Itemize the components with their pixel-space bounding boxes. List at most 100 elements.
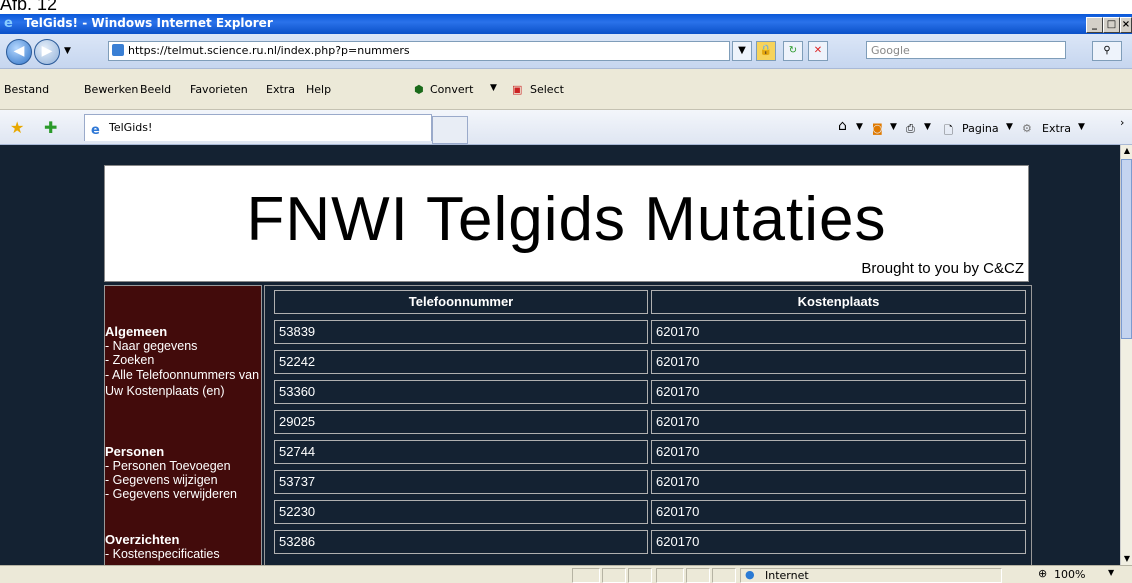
window-title: TelGids! - Windows Internet Explorer [24,16,273,30]
convert-dropdown-icon[interactable]: ▼ [490,83,497,93]
table-cell-telefoonnummer: 52230 [274,500,648,524]
sidebar-link-naar-gegevens[interactable]: - Naar gegevens [105,339,261,353]
table-cell-telefoonnummer: 53737 [274,470,648,494]
menu-bewerken[interactable]: Bewerken [84,83,138,96]
menu-beeld[interactable]: Beeld [140,83,171,96]
sidebar-link-kostenspecificaties[interactable]: - Kostenspecificaties [105,547,261,561]
table-cell-telefoonnummer: 52242 [274,350,648,374]
menu-bestand[interactable]: Bestand [4,83,49,96]
home-dropdown-icon[interactable]: ▼ [856,122,863,132]
favorites-star-icon[interactable]: ★ [10,118,24,137]
page-dropdown-icon[interactable]: ▼ [1006,122,1013,132]
table-cell-telefoonnummer: 53360 [274,380,648,404]
zoom-control[interactable]: ⊕ 100% ▼ [1038,567,1124,581]
tab-title: TelGids! [109,121,153,134]
back-button[interactable]: ◀ [6,39,32,65]
scroll-down-icon[interactable]: ▼ [1121,553,1132,565]
zoom-dropdown-icon[interactable]: ▼ [1108,568,1114,577]
sidebar-link-gegevens-verwijderen[interactable]: - Gegevens verwijderen [105,487,261,501]
sidebar-link-gegevens-wijzigen[interactable]: - Gegevens wijzigen [105,473,261,487]
banner-subtitle: Brought to you by C&CZ [861,260,1024,277]
add-favorite-icon[interactable]: ✚ [44,118,57,137]
feeds-icon[interactable]: ◙ [872,122,883,135]
history-dropdown-icon[interactable]: ▼ [64,46,71,56]
gear-icon: ⚙ [1022,122,1032,135]
phone-numbers-table: Telefoonnummer Kostenplaats 53839 620170… [264,285,1032,565]
menu-extra[interactable]: Extra [266,83,295,96]
status-segment [686,568,710,583]
refresh-button[interactable]: ↻ [783,41,803,61]
sidebar-heading-algemeen: Algemeen [105,324,168,339]
ie-logo-icon: e [4,16,13,31]
page-icon [112,44,124,56]
home-icon[interactable]: ⌂ [838,118,847,134]
column-header-telefoonnummer: Telefoonnummer [274,290,648,314]
select-button[interactable]: Select [530,83,564,96]
extra-dropdown-icon[interactable]: ▼ [1078,122,1085,132]
banner-title: FNWI Telgids Mutaties [246,185,887,254]
select-icon: ▣ [512,83,523,96]
table-cell-kostenplaats: 620170 [651,320,1026,344]
url-text: https://telmut.science.ru.nl/index.php?p… [128,44,410,57]
zone-label: Internet [765,569,809,582]
address-toolbar: ◀ ▶ ▼ https://telmut.science.ru.nl/index… [0,34,1132,69]
close-button[interactable]: × [1120,17,1132,33]
table-cell-kostenplaats: 620170 [651,380,1026,404]
table-cell-telefoonnummer: 53286 [274,530,648,554]
tab-telgids[interactable]: e TelGids! [84,114,432,141]
table-cell-telefoonnummer: 52744 [274,440,648,464]
status-segment [572,568,600,583]
url-field[interactable]: https://telmut.science.ru.nl/index.php?p… [108,41,730,61]
status-segment [628,568,652,583]
new-tab-button[interactable] [432,116,468,144]
status-segment [602,568,626,583]
zoom-level: 100% [1054,568,1086,581]
minimize-button[interactable]: _ [1086,17,1103,33]
vertical-scrollbar[interactable]: ▲ ▼ [1120,145,1132,565]
table-cell-kostenplaats: 620170 [651,530,1026,554]
status-bar: ● Internet ⊕ 100% ▼ [0,565,1132,583]
table-cell-kostenplaats: 620170 [651,440,1026,464]
page-menu-icon: 🗋 [944,124,953,137]
print-icon[interactable]: ⎙ [906,122,915,136]
menu-favorieten[interactable]: Favorieten [190,83,248,96]
table-cell-kostenplaats: 620170 [651,470,1026,494]
search-icon[interactable]: ⚲ [1092,41,1122,61]
lock-icon[interactable]: 🔒 [756,41,776,61]
feeds-dropdown-icon[interactable]: ▼ [890,122,897,132]
table-cell-telefoonnummer: 53839 [274,320,648,344]
table-cell-kostenplaats: 620170 [651,500,1026,524]
page-banner: FNWI Telgids Mutaties Brought to you by … [104,165,1029,282]
sidebar-link-zoeken[interactable]: - Zoeken [105,353,261,367]
convert-button[interactable]: Convert [430,83,474,96]
status-zone: ● Internet [740,568,1002,583]
forward-button[interactable]: ▶ [34,39,60,65]
status-segment [656,568,684,583]
chevron-right-icon[interactable]: › [1120,116,1124,129]
favorites-bar: ★ ✚ e TelGids! ⌂ ▼ ◙ ▼ ⎙ ▼ 🗋 Pagina ▼ ⚙ E… [0,110,1132,145]
menu-help[interactable]: Help [306,83,331,96]
sidebar: Algemeen - Naar gegevens - Zoeken - Alle… [104,285,262,565]
globe-icon: ● [745,568,755,581]
column-header-kostenplaats: Kostenplaats [651,290,1026,314]
maximize-button[interactable]: □ [1103,17,1120,33]
sidebar-link-alle-telefoonnummers[interactable]: - Alle Telefoonnummers van Uw Kostenplaa… [105,367,261,399]
table-cell-telefoonnummer: 29025 [274,410,648,434]
page-menu-button[interactable]: Pagina [962,122,999,135]
status-segment [712,568,736,583]
convert-icon: ⬢ [414,83,424,96]
menu-bar: Bestand Bewerken Beeld Favorieten Extra … [0,69,1132,110]
sidebar-link-personen-toevoegen[interactable]: - Personen Toevoegen [105,459,261,473]
scroll-up-icon[interactable]: ▲ [1121,145,1132,157]
scrollbar-thumb[interactable] [1121,159,1132,339]
url-dropdown-button[interactable]: ▼ [732,41,752,61]
window-titlebar: e TelGids! - Windows Internet Explorer _… [0,14,1132,34]
zoom-icon: ⊕ [1038,567,1048,580]
table-cell-kostenplaats: 620170 [651,410,1026,434]
figure-caption: Afb. 12 [0,0,58,14]
search-input[interactable]: Google [866,41,1066,59]
stop-button[interactable]: ✕ [808,41,828,61]
print-dropdown-icon[interactable]: ▼ [924,122,931,132]
page-content: FNWI Telgids Mutaties Brought to you by … [0,145,1120,565]
extra-menu-button[interactable]: Extra [1042,122,1071,135]
